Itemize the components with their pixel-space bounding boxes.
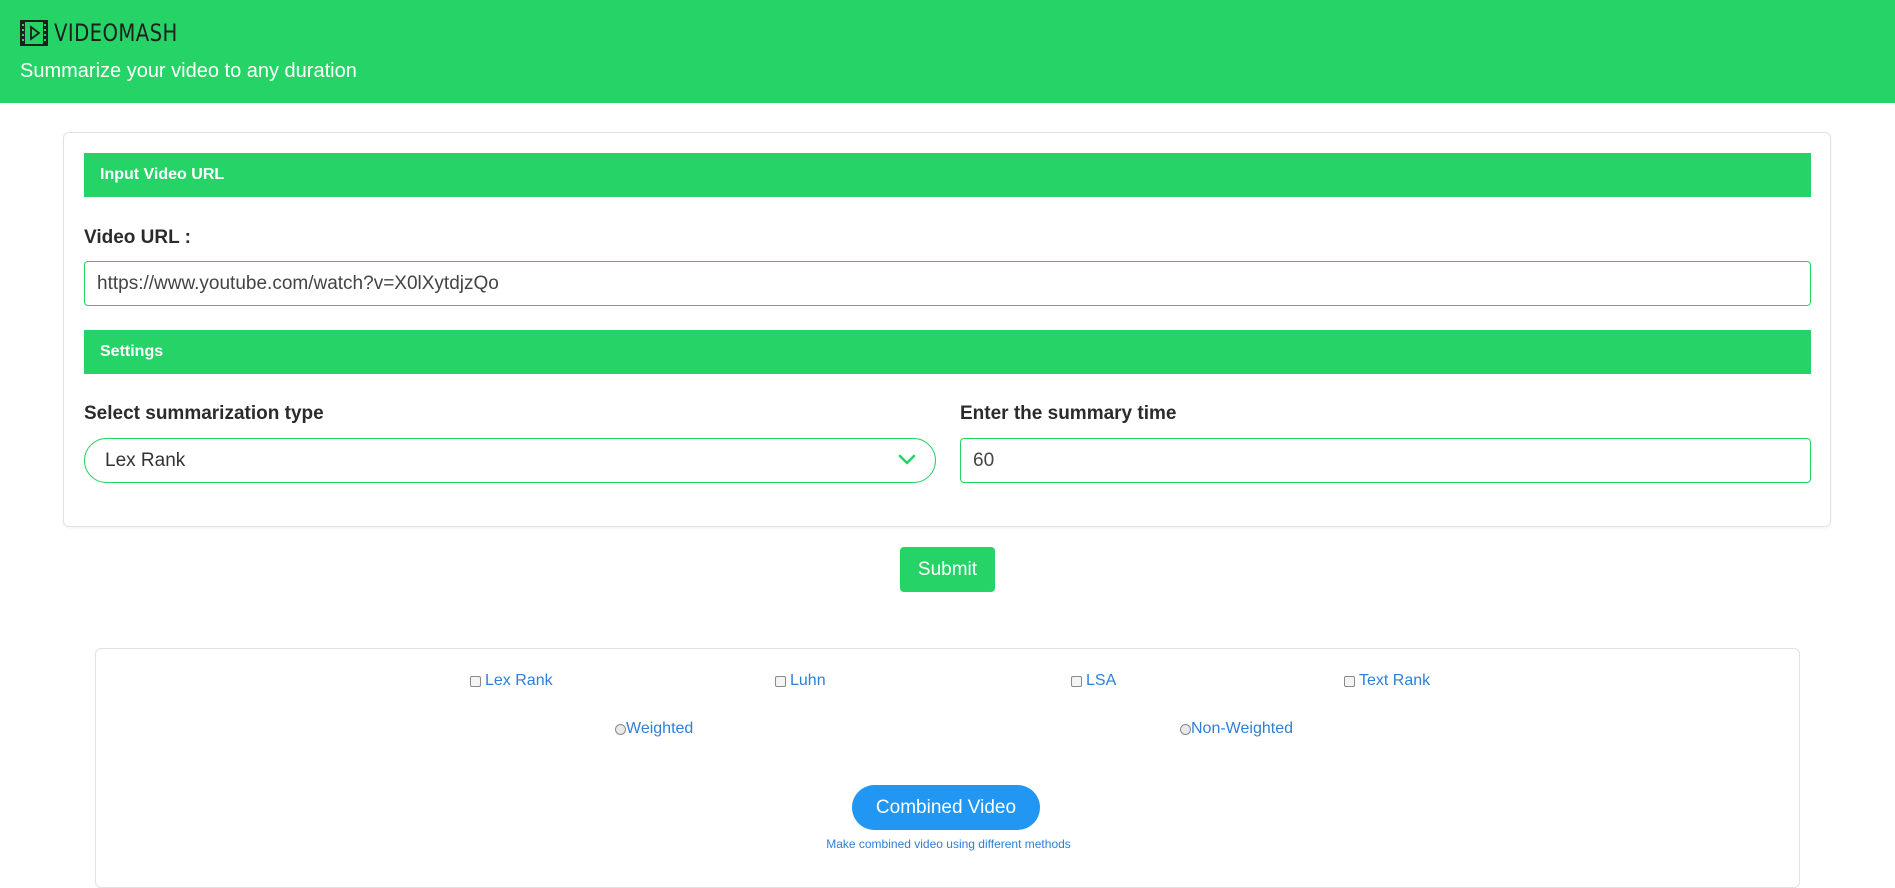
settings-section-header: Settings [84,330,1811,374]
weighting-label[interactable]: Non-Weighted [1191,720,1293,738]
weighting-option-non-weighted[interactable]: Non-Weighted [1180,720,1293,738]
method-label[interactable]: Lex Rank [485,672,553,690]
checkbox-luhn[interactable] [775,675,786,687]
method-option-lsa[interactable]: LSA [1071,672,1116,690]
method-option-luhn[interactable]: Luhn [775,672,826,690]
summarization-type-select[interactable]: Lex Rank [84,438,936,483]
brand-name[interactable]: VIDEOMASH [54,19,178,47]
summarization-type-label: Select summarization type [84,403,324,424]
combined-video-hint: Make combined video using different meth… [826,837,1071,851]
method-option-text-rank[interactable]: Text Rank [1344,672,1430,690]
summarization-type-value: Lex Rank [105,449,186,471]
summary-time-label: Enter the summary time [960,403,1177,424]
method-label[interactable]: LSA [1086,672,1116,690]
submit-button[interactable]: Submit [900,547,995,592]
brand[interactable]: VIDEOMASH [20,18,205,48]
combine-panel: Lex Rank Luhn LSA Text Rank Weighted Non… [95,648,1800,888]
tagline: Summarize your video to any duration [20,60,357,82]
method-label[interactable]: Luhn [790,672,826,690]
top-header: VIDEOMASH Summarize your video to any du… [0,0,1895,103]
summary-time-input[interactable]: 60 [960,438,1811,483]
method-option-lex-rank[interactable]: Lex Rank [470,672,553,690]
radio-non-weighted[interactable] [1180,723,1191,735]
input-card: Input Video URL Video URL : https://www.… [63,132,1831,527]
checkbox-text-rank[interactable] [1344,675,1355,687]
checkbox-lsa[interactable] [1071,675,1082,687]
film-play-icon [20,20,48,46]
radio-weighted[interactable] [615,723,626,735]
method-label[interactable]: Text Rank [1359,672,1430,690]
video-url-input[interactable]: https://www.youtube.com/watch?v=X0lXytdj… [84,261,1811,306]
combined-video-button[interactable]: Combined Video [852,785,1040,830]
weighting-option-weighted[interactable]: Weighted [615,720,693,738]
weighting-label[interactable]: Weighted [626,720,693,738]
chevron-down-icon [898,454,916,465]
checkbox-lex-rank[interactable] [470,675,481,687]
video-url-label: Video URL : [84,227,191,248]
input-section-header: Input Video URL [84,153,1811,197]
